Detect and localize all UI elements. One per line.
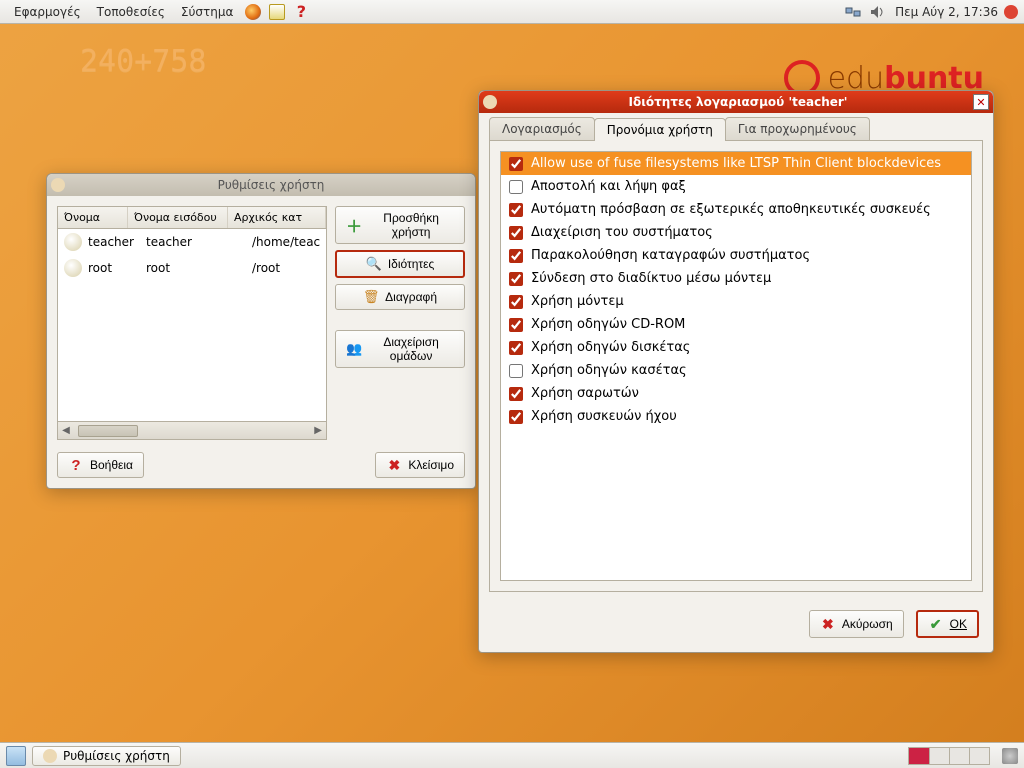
network-icon[interactable] [844, 3, 862, 21]
privilege-checkbox[interactable] [509, 318, 523, 332]
privilege-checkbox[interactable] [509, 157, 523, 171]
user-icon [483, 95, 497, 109]
privilege-label: Χρήση οδηγών δισκέτας [531, 340, 690, 355]
privilege-row[interactable]: Χρήση συσκευών ήχου [501, 405, 971, 428]
privilege-row[interactable]: Allow use of fuse filesystems like LTSP … [501, 152, 971, 175]
users-hscrollbar[interactable]: ◀▶ [58, 421, 326, 439]
window-close-button[interactable]: ✕ [973, 94, 989, 110]
show-desktop-button[interactable] [6, 746, 26, 766]
menu-apps[interactable]: Εφαρμογές [6, 3, 89, 21]
clock[interactable]: Πεμ Αύγ 2, 17:36 [895, 5, 998, 19]
privilege-checkbox[interactable] [509, 410, 523, 424]
props-title: Ιδιότητες λογαριασμού 'teacher' [503, 95, 973, 109]
privilege-row[interactable]: Διαχείριση του συστήματος [501, 221, 971, 244]
help-icon: ? [68, 457, 84, 473]
bottom-panel: Ρυθμίσεις χρήστη [0, 742, 1024, 768]
user-settings-window: Ρυθμίσεις χρήστη Όνομα Όνομα εισόδου Αρχ… [46, 173, 476, 489]
firefox-icon[interactable] [244, 3, 262, 21]
volume-icon[interactable] [868, 3, 886, 21]
add-user-button[interactable]: ＋Προσθήκη χρήστη [335, 206, 465, 244]
desktop-scribble: 240+758 [80, 44, 206, 79]
privilege-row[interactable]: Χρήση οδηγών δισκέτας [501, 336, 971, 359]
privilege-row[interactable]: Χρήση οδηγών CD-ROM [501, 313, 971, 336]
properties-button[interactable]: 🔍Ιδιότητες [335, 250, 465, 278]
privileges-list: Allow use of fuse filesystems like LTSP … [500, 151, 972, 581]
privilege-checkbox[interactable] [509, 364, 523, 378]
privilege-checkbox[interactable] [509, 387, 523, 401]
cancel-icon: ✖ [820, 616, 836, 632]
taskbar-button-users[interactable]: Ρυθμίσεις χρήστη [32, 746, 181, 766]
shutdown-icon[interactable] [1004, 5, 1018, 19]
workspace-switcher[interactable] [908, 747, 990, 765]
privilege-label: Allow use of fuse filesystems like LTSP … [531, 156, 941, 171]
close-button[interactable]: ✖Κλείσιμο [375, 452, 465, 478]
privilege-label: Σύνδεση στο διαδίκτυο μέσω μόντεμ [531, 271, 771, 286]
privileges-panel: Allow use of fuse filesystems like LTSP … [489, 140, 983, 592]
user-avatar-icon [64, 233, 82, 251]
privilege-label: Χρήση οδηγών CD-ROM [531, 317, 685, 332]
col-home[interactable]: Αρχικός κατ [228, 207, 326, 228]
privilege-row[interactable]: Αυτόματη πρόσβαση σε εξωτερικές αποθηκευ… [501, 198, 971, 221]
users-app-icon [43, 749, 57, 763]
user-row[interactable]: teacherteacher/home/teac [58, 229, 326, 255]
users-list-headers: Όνομα Όνομα εισόδου Αρχικός κατ [58, 207, 326, 229]
privilege-row[interactable]: Αποστολή και λήψη φαξ [501, 175, 971, 198]
user-settings-title: Ρυθμίσεις χρήστη [71, 178, 471, 192]
user-settings-titlebar[interactable]: Ρυθμίσεις χρήστη [47, 174, 475, 196]
col-login[interactable]: Όνομα εισόδου [128, 207, 228, 228]
cancel-button[interactable]: ✖Ακύρωση [809, 610, 904, 638]
trash-icon: 🗑 [363, 289, 379, 305]
privilege-label: Χρήση συσκευών ήχου [531, 409, 677, 424]
account-properties-window: Ιδιότητες λογαριασμού 'teacher' ✕ Λογαρι… [478, 90, 994, 653]
menu-system[interactable]: Σύστημα [173, 3, 242, 21]
props-titlebar[interactable]: Ιδιότητες λογαριασμού 'teacher' ✕ [479, 91, 993, 113]
menu-places[interactable]: Τοποθεσίες [89, 3, 173, 21]
privilege-row[interactable]: Παρακολούθηση καταγραφών συστήματος [501, 244, 971, 267]
mail-icon[interactable] [268, 3, 286, 21]
props-tabs: Λογαριασμός Προνόμια χρήστη Για προχωρημ… [479, 117, 993, 140]
privilege-checkbox[interactable] [509, 203, 523, 217]
ok-icon: ✔ [928, 616, 944, 632]
privilege-label: Χρήση μόντεμ [531, 294, 624, 309]
privilege-label: Διαχείριση του συστήματος [531, 225, 713, 240]
tab-privileges[interactable]: Προνόμια χρήστη [594, 118, 726, 141]
tab-advanced[interactable]: Για προχωρημένους [725, 117, 870, 140]
privilege-label: Χρήση σαρωτών [531, 386, 639, 401]
privilege-label: Αποστολή και λήψη φαξ [531, 179, 686, 194]
privilege-row[interactable]: Χρήση οδηγών κασέτας [501, 359, 971, 382]
privilege-checkbox[interactable] [509, 180, 523, 194]
help-button[interactable]: ?Βοήθεια [57, 452, 144, 478]
privilege-label: Παρακολούθηση καταγραφών συστήματος [531, 248, 810, 263]
privilege-label: Αυτόματη πρόσβαση σε εξωτερικές αποθηκευ… [531, 202, 931, 217]
top-panel: Εφαρμογές Τοποθεσίες Σύστημα ? Πεμ Αύγ 2… [0, 0, 1024, 24]
ok-button[interactable]: ✔OK [916, 610, 979, 638]
col-name[interactable]: Όνομα [58, 207, 128, 228]
privilege-checkbox[interactable] [509, 295, 523, 309]
delete-user-button[interactable]: 🗑Διαγραφή [335, 284, 465, 310]
users-list: Όνομα Όνομα εισόδου Αρχικός κατ teachert… [57, 206, 327, 440]
privilege-checkbox[interactable] [509, 272, 523, 286]
privilege-checkbox[interactable] [509, 341, 523, 355]
privilege-checkbox[interactable] [509, 249, 523, 263]
privilege-row[interactable]: Χρήση σαρωτών [501, 382, 971, 405]
privilege-row[interactable]: Χρήση μόντεμ [501, 290, 971, 313]
privilege-checkbox[interactable] [509, 226, 523, 240]
trash-icon[interactable] [1002, 748, 1018, 764]
privilege-row[interactable]: Σύνδεση στο διαδίκτυο μέσω μόντεμ [501, 267, 971, 290]
people-icon: 👥 [346, 341, 362, 357]
users-app-icon [51, 178, 65, 192]
close-icon: ✖ [386, 457, 402, 473]
help-icon[interactable]: ? [292, 3, 310, 21]
tab-account[interactable]: Λογαριασμός [489, 117, 595, 140]
user-row[interactable]: rootroot/root [58, 255, 326, 281]
properties-icon: 🔍 [366, 256, 382, 272]
privilege-label: Χρήση οδηγών κασέτας [531, 363, 687, 378]
manage-groups-button[interactable]: 👥Διαχείριση ομάδων [335, 330, 465, 368]
plus-icon: ＋ [346, 217, 362, 233]
user-avatar-icon [64, 259, 82, 277]
